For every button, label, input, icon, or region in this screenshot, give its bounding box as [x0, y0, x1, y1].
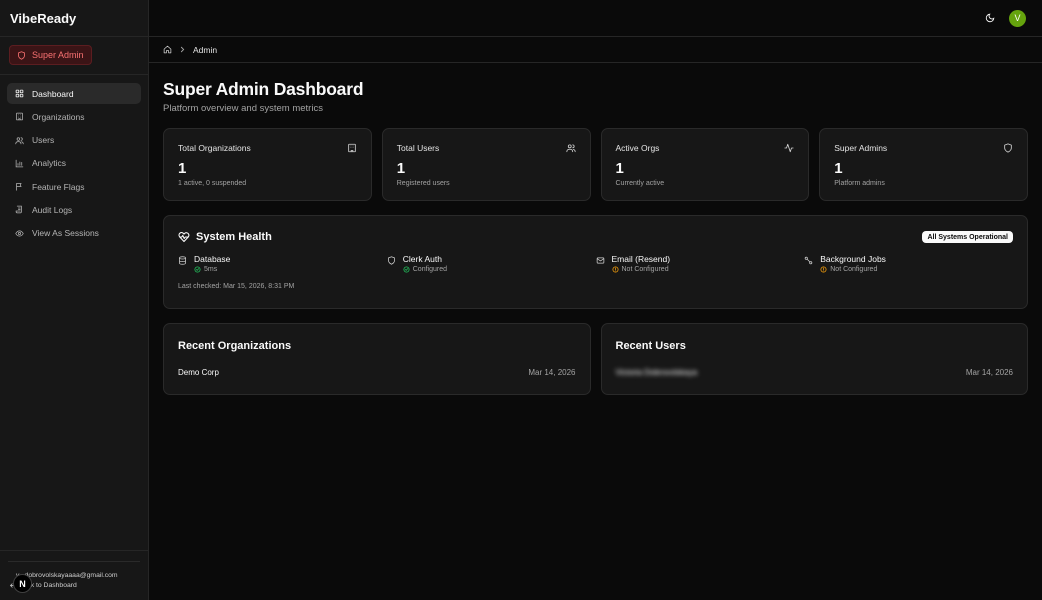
service-name: Clerk Auth: [402, 254, 442, 264]
sidebar-item-label: Feature Flags: [32, 181, 85, 192]
stat-subtext: Currently active: [615, 180, 665, 187]
main-content: V Admin Super Admin Dashboard Platform o…: [149, 0, 1042, 600]
sidebar-item-label: Dashboard: [32, 88, 74, 99]
service-status: Not Configured: [621, 266, 669, 273]
check-circle-icon: [403, 266, 410, 273]
stat-subtext: 1 active, 0 suspended: [178, 180, 247, 187]
stat-card-active-orgs: Active Orgs 1 Currently active: [600, 128, 810, 201]
sidebar: VibeReady Super Admin Dashboard Organiza…: [0, 0, 149, 600]
stat-title: Total Organizations: [178, 143, 251, 153]
stat-card-super-admins: Super Admins 1 Platform admins: [819, 128, 1028, 201]
role-badge: Super Admin: [9, 45, 92, 65]
activity-icon: [784, 143, 794, 153]
stat-subtext: Registered users: [396, 180, 450, 187]
alert-circle-icon: [820, 266, 827, 273]
flag-icon: [16, 183, 22, 191]
organization-date: Mar 14, 2026: [528, 368, 576, 377]
sidebar-item-users[interactable]: Users: [7, 130, 141, 151]
list-item[interactable]: Demo Corp Mar 14, 2026: [178, 368, 576, 377]
heart-pulse-icon: [178, 232, 190, 243]
services-list: Database 5ms Clerk Auth Configured Email…: [178, 254, 1013, 273]
moon-icon: [985, 13, 995, 23]
alert-circle-icon: [611, 266, 619, 273]
stat-card-total-users: Total Users 1 Registered users: [381, 128, 591, 201]
building-icon: [348, 143, 356, 153]
check-circle-icon: [194, 266, 201, 273]
list-item[interactable]: Victoria Dobrovolskaya Mar 14, 2026: [616, 368, 1014, 377]
service-status: 5ms: [204, 266, 218, 273]
page-subtitle: Platform overview and system metrics: [163, 103, 323, 114]
service-email-resend: Email (Resend) Not Configured: [596, 254, 805, 273]
sidebar-item-label: Audit Logs: [32, 204, 73, 215]
brand-logo[interactable]: VibeReady: [0, 0, 148, 37]
sidebar-item-label: View As Sessions: [32, 228, 99, 239]
page-title: Super Admin Dashboard: [163, 79, 364, 99]
role-badge-label: Super Admin: [32, 50, 84, 60]
recent-row: Recent Organizations Demo Corp Mar 14, 2…: [163, 323, 1028, 395]
stats-row: Total Organizations 1 1 active, 0 suspen…: [163, 128, 1028, 201]
sidebar-item-audit-logs[interactable]: Audit Logs: [7, 199, 141, 220]
layout-grid-icon: [15, 89, 24, 98]
stat-value: 1: [396, 160, 406, 177]
last-checked: Last checked: Mar 15, 2026, 8:31 PM: [178, 283, 295, 290]
stat-value: 1: [834, 160, 843, 177]
stat-value: 1: [615, 160, 624, 177]
recent-users-title: Recent Users: [615, 340, 686, 352]
recent-organizations-card: Recent Organizations Demo Corp Mar 14, 2…: [163, 323, 591, 395]
sidebar-nav: Dashboard Organizations Users Analytics …: [0, 75, 148, 244]
workflow-icon: [805, 256, 813, 265]
dev-tools-badge[interactable]: N: [13, 574, 32, 593]
home-icon[interactable]: [163, 45, 172, 54]
eye-icon: [15, 230, 24, 237]
sidebar-item-analytics[interactable]: Analytics: [7, 153, 141, 174]
system-health-title: System Health: [196, 231, 272, 243]
stat-title: Active Orgs: [615, 143, 660, 153]
shield-icon: [387, 256, 395, 265]
database-icon: [179, 256, 186, 265]
sidebar-item-label: Organizations: [32, 111, 85, 122]
stat-subtext: Platform admins: [834, 180, 885, 187]
topbar: V: [149, 0, 1042, 37]
service-status: Not Configured: [830, 266, 878, 273]
service-name: Background Jobs: [820, 254, 886, 264]
status-badge: All Systems Operational: [922, 231, 1013, 243]
scroll-icon: [15, 206, 22, 214]
stat-card-total-organizations: Total Organizations 1 1 active, 0 suspen…: [163, 128, 372, 201]
service-status: Configured: [412, 266, 447, 273]
sidebar-footer: v...dobrovolskayaaaa@gmail.com Back to D…: [0, 550, 148, 600]
theme-toggle-button[interactable]: [984, 12, 996, 24]
shield-icon: [1004, 143, 1012, 153]
sidebar-item-feature-flags[interactable]: Feature Flags: [7, 176, 141, 197]
users-icon: [15, 136, 24, 144]
sidebar-item-organizations[interactable]: Organizations: [7, 106, 141, 127]
users-icon: [565, 144, 576, 153]
service-clerk-auth: Clerk Auth Configured: [387, 254, 596, 273]
organization-name: Demo Corp: [178, 368, 219, 377]
breadcrumb-current: Admin: [193, 44, 218, 55]
recent-users-card: Recent Users Victoria Dobrovolskaya Mar …: [600, 323, 1028, 395]
service-database: Database 5ms: [178, 254, 387, 273]
stat-title: Total Users: [396, 143, 440, 153]
sidebar-item-view-as-sessions[interactable]: View As Sessions: [7, 223, 141, 244]
sidebar-item-dashboard[interactable]: Dashboard: [7, 83, 141, 104]
breadcrumb: Admin: [149, 37, 1042, 63]
service-name: Email (Resend): [611, 254, 671, 264]
service-background-jobs: Background Jobs Not Configured: [804, 254, 1013, 273]
mail-icon: [596, 257, 604, 264]
stat-title: Super Admins: [834, 143, 888, 153]
user-avatar[interactable]: V: [1009, 9, 1026, 27]
user-name: Victoria Dobrovolskaya: [615, 368, 698, 377]
shield-icon: [18, 50, 25, 60]
system-health-card: System Health All Systems Operational Da…: [163, 215, 1028, 309]
service-name: Database: [194, 254, 231, 264]
bar-chart-icon: [15, 159, 24, 168]
building-icon: [16, 113, 23, 121]
sidebar-item-label: Analytics: [32, 158, 67, 169]
sidebar-item-label: Users: [32, 135, 55, 146]
recent-organizations-title: Recent Organizations: [178, 340, 292, 352]
stat-value: 1: [178, 160, 187, 177]
chevron-right-icon: [180, 46, 185, 53]
user-date: Mar 14, 2026: [965, 368, 1013, 377]
